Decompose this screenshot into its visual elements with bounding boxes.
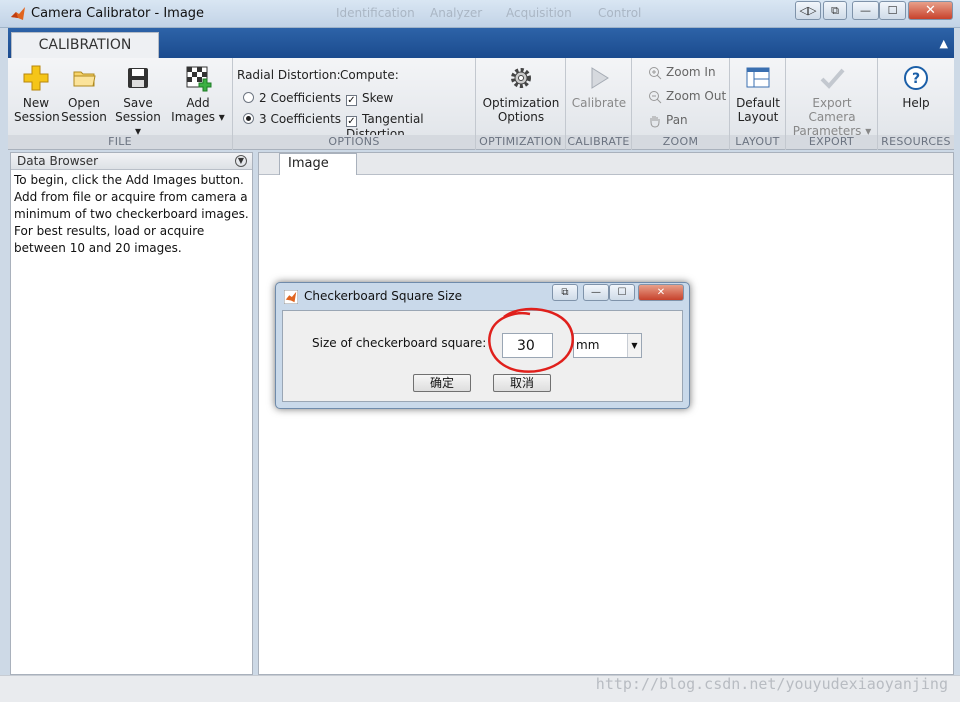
svg-text:?: ? <box>912 71 920 87</box>
maximize-button[interactable]: ☐ <box>879 1 906 20</box>
checkmark-icon: ✓ <box>346 95 357 106</box>
pan-button[interactable]: Pan <box>648 113 688 128</box>
watermark-text: http://blog.csdn.net/youyudexiaoyanjing <box>595 675 948 693</box>
panel-menu-icon[interactable]: ▼ <box>235 155 247 167</box>
calibrate-group: Calibrate CALIBRATE <box>566 58 632 150</box>
minimize-button[interactable]: — <box>852 1 879 20</box>
data-browser-help-text: To begin, click the Add Images button. A… <box>14 173 249 255</box>
radio-three-coefficients[interactable]: 3 Coefficients <box>243 112 341 126</box>
radio-circle <box>243 92 254 103</box>
matlab-logo-icon <box>11 7 25 20</box>
zoom-group: Zoom In Zoom Out Pan ZOOM <box>632 58 730 150</box>
dialog-title: Checkerboard Square Size <box>304 289 462 303</box>
close-button[interactable]: ✕ <box>908 1 953 20</box>
radio-two-coefficients[interactable]: 2 Coefficients <box>243 91 341 105</box>
square-size-input[interactable] <box>502 333 553 358</box>
window-title: Camera Calibrator - Image <box>31 6 205 21</box>
optimization-group: Optimization Options OPTIMIZATION <box>476 58 566 150</box>
floppy-disk-icon <box>128 68 148 88</box>
square-size-label: Size of checkerboard square: <box>312 336 487 350</box>
layout-group-title: LAYOUT <box>730 135 785 149</box>
data-browser-header: Data Browser ▼ <box>11 153 252 170</box>
zoom-out-button[interactable]: Zoom Out <box>648 89 726 104</box>
resources-group-title: RESOURCES <box>878 135 954 149</box>
new-session-button[interactable]: New Session <box>14 64 60 124</box>
layout-grid-icon <box>746 67 770 88</box>
dialog-dock-button[interactable]: ⧉ <box>552 284 578 301</box>
cancel-button[interactable]: 取消 <box>493 374 551 392</box>
calibrate-group-title: CALIBRATE <box>566 135 631 149</box>
resources-group: ? Help RESOURCES <box>878 58 954 150</box>
zoom-in-button[interactable]: Zoom In <box>648 65 716 80</box>
toolstrip-tabbar: CALIBRATION ▲ <box>8 28 954 58</box>
new-plus-icon <box>23 65 49 91</box>
dialog-close-button[interactable]: ✕ <box>638 284 684 301</box>
undock-button[interactable]: ◁▷ <box>795 1 821 20</box>
background-menu-item: Control <box>598 6 642 20</box>
optimization-group-title: OPTIMIZATION <box>476 135 565 149</box>
checkmark-icon: ✓ <box>346 116 357 127</box>
layout-group: Default Layout LAYOUT <box>730 58 786 150</box>
background-menu-item: Identification <box>336 6 415 20</box>
ok-button[interactable]: 确定 <box>413 374 471 392</box>
image-panel: Image <box>258 152 954 675</box>
calibrate-button[interactable]: Calibrate <box>568 64 630 110</box>
default-layout-button[interactable]: Default Layout <box>732 64 784 124</box>
zoom-group-title: ZOOM <box>632 135 729 149</box>
add-checkerboard-icon <box>186 66 212 92</box>
matlab-logo-icon <box>284 290 298 304</box>
help-question-icon: ? <box>904 66 928 90</box>
dialog-maximize-button[interactable]: ☐ <box>609 284 635 301</box>
options-group: Radial Distortion: Compute: 2 Coefficien… <box>233 58 476 150</box>
data-browser-panel: Data Browser ▼ To begin, click the Add I… <box>10 152 253 675</box>
export-group-title: EXPORT <box>786 135 877 149</box>
collapse-toolstrip-icon[interactable]: ▲ <box>940 37 948 50</box>
checkmark-export-icon <box>820 68 845 89</box>
help-button[interactable]: ? Help <box>888 64 944 110</box>
optimization-options-button[interactable]: Optimization Options <box>480 64 562 124</box>
radio-circle-selected <box>243 113 254 124</box>
checkbox-skew[interactable]: ✓ Skew <box>346 91 393 106</box>
background-menu-item: Acquisition <box>506 6 572 20</box>
add-images-button[interactable]: Add Images ▾ <box>168 64 228 124</box>
chevron-down-icon: ▼ <box>627 334 641 357</box>
background-menu-item: Analyzer <box>430 6 483 20</box>
tab-image[interactable]: Image <box>279 153 357 175</box>
options-group-title: OPTIONS <box>233 135 475 149</box>
compute-label: Compute: <box>340 68 399 82</box>
toolstrip: New Session Open Session Save Session ▾ <box>8 58 954 150</box>
image-tabbar: Image <box>259 153 953 175</box>
checkerboard-size-dialog: Checkerboard Square Size ⧉ — ☐ ✕ Size of… <box>275 282 690 409</box>
save-session-button[interactable]: Save Session ▾ <box>112 64 164 138</box>
file-group-title: FILE <box>8 135 232 149</box>
unit-select-value: mm <box>576 338 600 352</box>
folder-icon <box>73 71 96 87</box>
unit-select[interactable]: mm ▼ <box>573 333 642 358</box>
tab-calibration[interactable]: CALIBRATION <box>11 32 159 58</box>
hand-icon <box>650 115 660 128</box>
window-titlebar: Camera Calibrator - Image Identification… <box>0 0 960 28</box>
open-session-button[interactable]: Open Session <box>61 64 107 124</box>
zoom-out-icon <box>649 90 662 103</box>
gear-icon <box>511 68 531 88</box>
zoom-in-icon <box>649 66 662 79</box>
export-camera-parameters-button[interactable]: Export Camera Parameters ▾ <box>788 64 876 138</box>
dialog-minimize-button[interactable]: — <box>583 284 609 301</box>
data-browser-title: Data Browser <box>17 154 99 168</box>
dialog-body: Size of checkerboard square: mm ▼ 确定 取消 <box>282 310 683 402</box>
file-group: New Session Open Session Save Session ▾ <box>8 58 233 150</box>
export-group: Export Camera Parameters ▾ EXPORT <box>786 58 878 150</box>
restore-view-button[interactable]: ⧉ <box>823 1 847 20</box>
play-icon <box>591 67 609 89</box>
radial-distortion-label: Radial Distortion: <box>237 68 341 82</box>
